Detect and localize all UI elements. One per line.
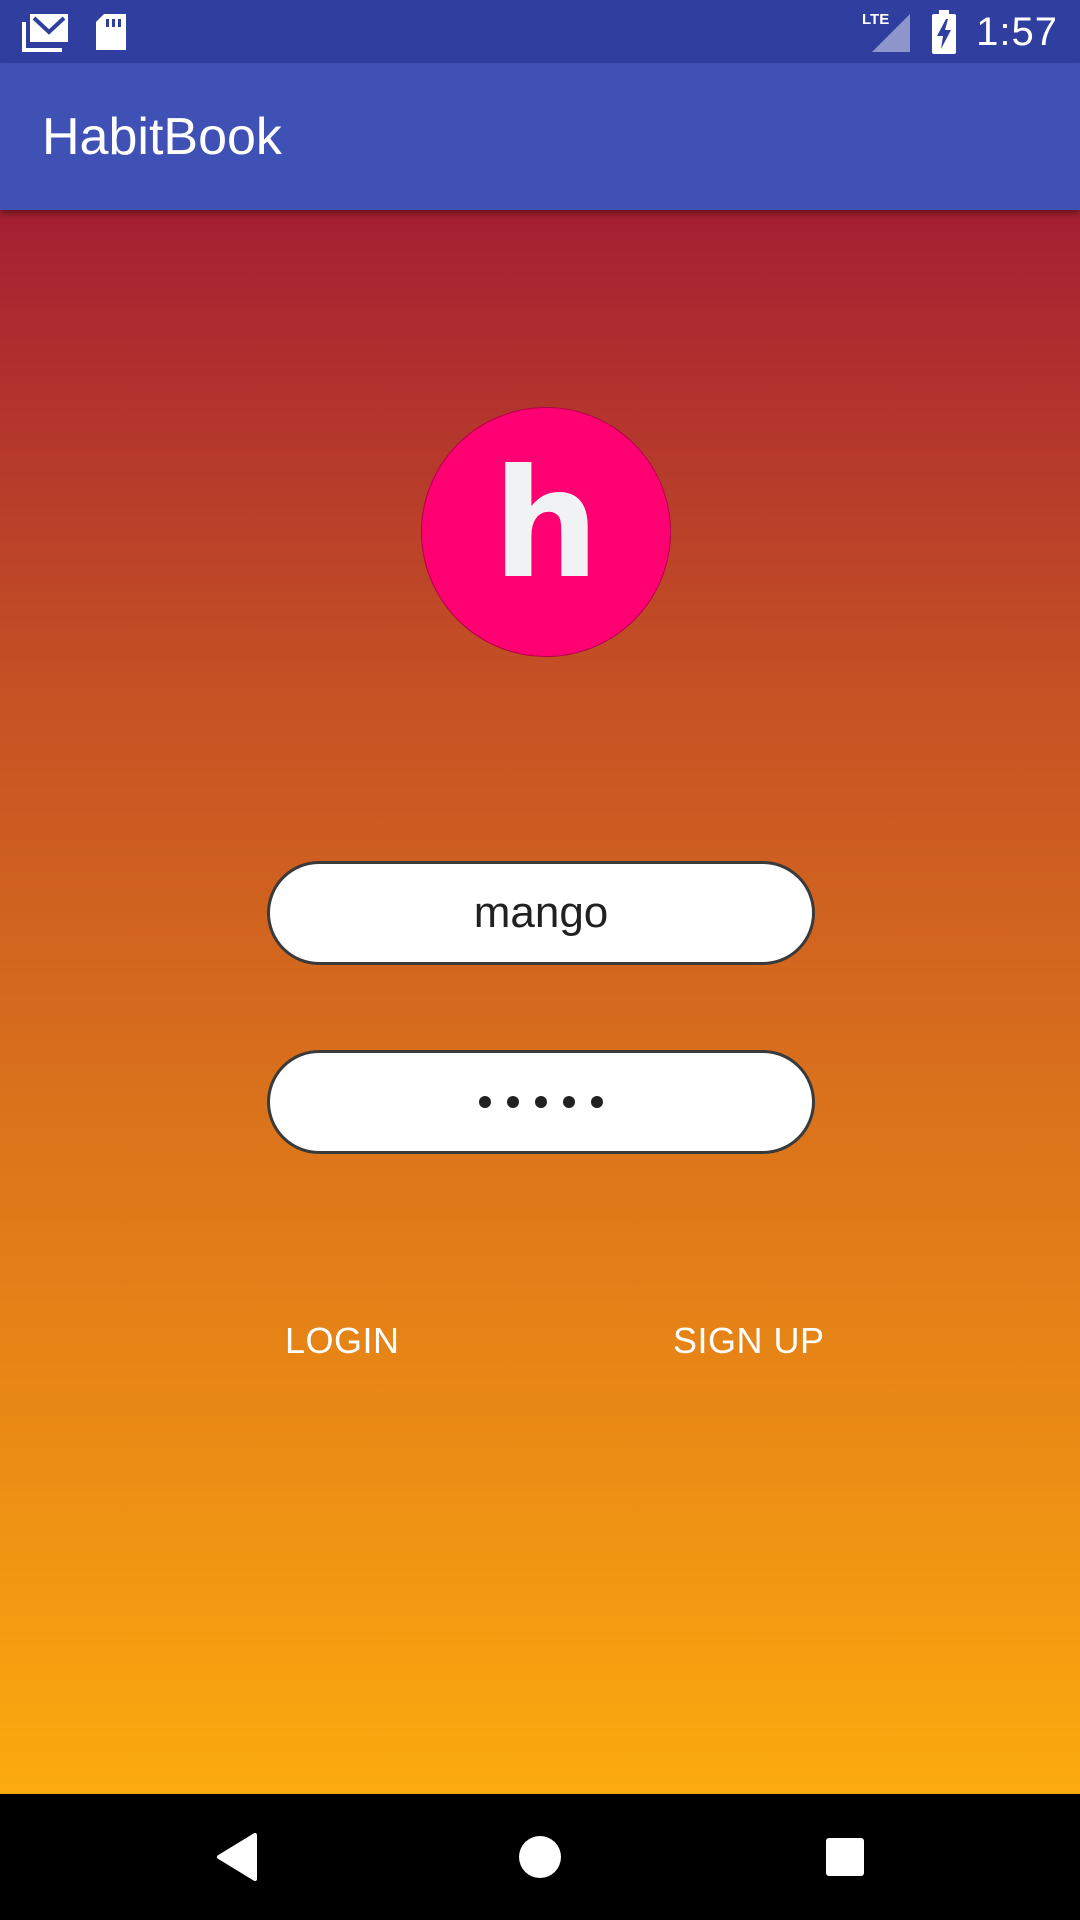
password-mask (479, 1096, 603, 1108)
gmail-icon (22, 12, 70, 52)
app-bar: HabitBook (0, 63, 1080, 210)
login-screen: h mango LOGIN SIGN UP (0, 210, 1080, 1794)
username-field[interactable]: mango (267, 861, 815, 965)
login-button[interactable]: LOGIN (285, 1320, 400, 1362)
app-title: HabitBook (42, 108, 282, 166)
sd-card-icon (94, 12, 128, 52)
battery-charging-icon (930, 10, 958, 54)
screen: LTE 1:57 HabitBook h mango LOGIN SIGN UP (0, 0, 1080, 1920)
recents-icon[interactable] (820, 1832, 870, 1882)
password-dot (591, 1096, 603, 1108)
status-time: 1:57 (976, 9, 1058, 54)
navigation-bar (0, 1794, 1080, 1920)
password-dot (507, 1096, 519, 1108)
status-bar: LTE 1:57 (0, 0, 1080, 63)
app-logo: h (421, 407, 671, 657)
back-icon[interactable] (212, 1832, 262, 1882)
status-bar-system: LTE 1:57 (862, 8, 1058, 56)
lte-signal-icon: LTE (862, 10, 912, 54)
username-value: mango (473, 888, 609, 937)
signup-button[interactable]: SIGN UP (673, 1320, 825, 1362)
logo-letter: h (492, 438, 600, 612)
password-field[interactable] (267, 1050, 815, 1154)
network-label: LTE (862, 11, 889, 28)
status-bar-notifications (22, 10, 128, 54)
password-dot (535, 1096, 547, 1108)
password-dot (563, 1096, 575, 1108)
password-dot (479, 1096, 491, 1108)
home-icon[interactable] (515, 1832, 565, 1882)
